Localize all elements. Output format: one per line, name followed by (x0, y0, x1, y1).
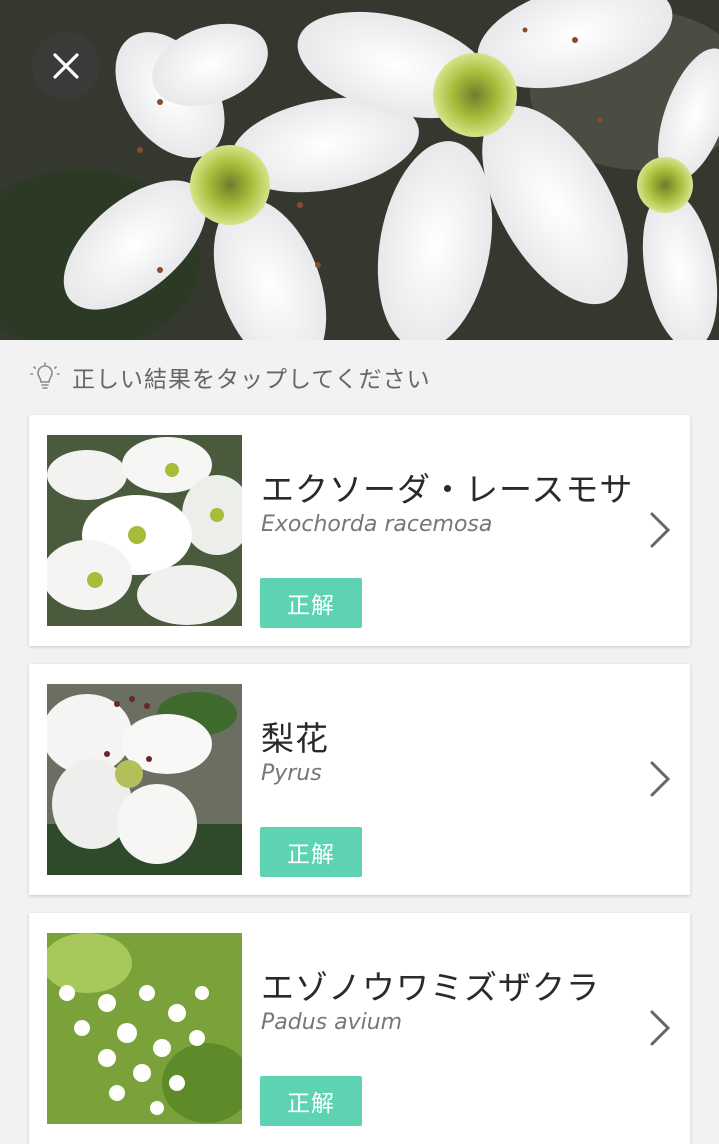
hint-text: 正しい結果をタップしてください (72, 367, 431, 393)
correct-badge: 正解 (260, 578, 362, 628)
chevron-right-icon (650, 512, 671, 548)
result-scientific-name: Pyrus (261, 761, 322, 786)
hint-bar: 正しい結果をタップしてください (0, 340, 719, 414)
chevron-right-icon (650, 761, 671, 797)
result-name: 梨花 (261, 719, 329, 758)
result-scientific-name: Padus avium (261, 1010, 403, 1035)
lightbulb-icon (30, 362, 60, 389)
chevron-right-icon (650, 1010, 671, 1046)
result-thumbnail (47, 933, 242, 1124)
close-button[interactable] (32, 32, 100, 100)
result-card-padus[interactable]: エゾノウワミズザクラ Padus avium 正解 (29, 913, 690, 1144)
result-name: エクソーダ・レースモサ (261, 470, 634, 509)
result-name: エゾノウワミズザクラ (261, 968, 601, 1007)
result-card-exochorda[interactable]: エクソーダ・レースモサ Exochorda racemosa 正解 (29, 415, 690, 646)
result-thumbnail (47, 435, 242, 626)
result-thumbnail (47, 684, 242, 875)
correct-badge: 正解 (260, 827, 362, 877)
correct-badge: 正解 (260, 1076, 362, 1126)
close-icon (53, 53, 79, 79)
result-card-pyrus[interactable]: 梨花 Pyrus 正解 (29, 664, 690, 895)
hero-photo (0, 0, 719, 340)
flower-photo-image (0, 0, 719, 340)
result-scientific-name: Exochorda racemosa (261, 512, 493, 537)
